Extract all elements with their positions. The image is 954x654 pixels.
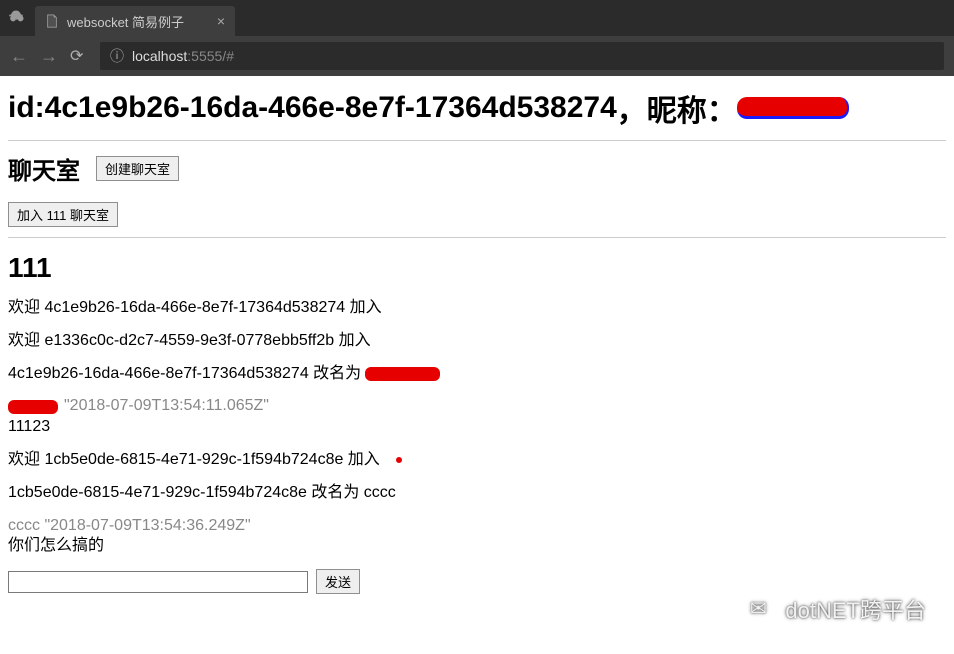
chatroom-heading: 聊天室: [8, 151, 80, 186]
compose-row: 发送: [8, 569, 946, 594]
separator: ，: [617, 86, 647, 130]
create-room-button[interactable]: 创建聊天室: [96, 156, 179, 181]
browser-tab[interactable]: websocket 简易例子 ×: [35, 6, 235, 36]
name-redacted: [8, 400, 58, 414]
divider: [8, 237, 946, 238]
url-port: :5555/#: [187, 48, 234, 64]
divider: [8, 140, 946, 141]
close-icon[interactable]: ×: [217, 14, 225, 28]
browser-chrome: websocket 简易例子 × ← → ⟳ ⓘ localhost:5555/…: [0, 0, 954, 76]
watermark: ✉ dotNET跨平台: [741, 592, 926, 626]
red-dot-indicator: [396, 457, 402, 463]
tab-title: websocket 简易例子: [67, 12, 184, 31]
chatroom-heading-row: 聊天室 创建聊天室: [8, 151, 946, 186]
watermark-text: dotNET跨平台: [785, 593, 926, 625]
incognito-icon: [6, 8, 26, 28]
address-bar[interactable]: ⓘ localhost:5555/#: [100, 42, 944, 70]
nickname-label: 昵称：: [647, 86, 737, 130]
page-header: id: 4c1e9b26-16da-466e-8e7f-17364d538274…: [8, 86, 946, 130]
wechat-icon: ✉: [741, 592, 775, 626]
forward-button: →: [40, 46, 58, 67]
reload-button[interactable]: ⟳: [70, 46, 88, 66]
chat-message-rename: 4c1e9b26-16da-466e-8e7f-17364d538274 改名为: [8, 364, 946, 385]
id-value: 4c1e9b26-16da-466e-8e7f-17364d538274: [45, 91, 617, 125]
url-host: localhost: [132, 48, 187, 64]
tab-bar: websocket 简易例子 ×: [0, 0, 954, 36]
chat-message-body: 11123: [8, 417, 946, 438]
page-icon: [45, 14, 59, 28]
chat-message: 欢迎 1cb5e0de-6815-4e71-929c-1f594b724c8e …: [8, 450, 946, 471]
id-prefix: id:: [8, 91, 45, 125]
chat-message: 欢迎 4c1e9b26-16da-466e-8e7f-17364d538274 …: [8, 298, 946, 319]
room-name-heading: 111: [8, 252, 946, 284]
back-button[interactable]: ←: [10, 46, 28, 67]
chat-message: 欢迎 e1336c0c-d2c7-4559-9e3f-0778ebb5ff2b …: [8, 331, 946, 352]
send-button[interactable]: 发送: [316, 569, 360, 594]
nickname-redacted: [737, 97, 849, 119]
chat-message-rename: 1cb5e0de-6815-4e71-929c-1f594b724c8e 改名为…: [8, 483, 946, 504]
join-room-row: 加入 111 聊天室: [8, 202, 946, 227]
site-info-icon[interactable]: ⓘ: [110, 46, 124, 66]
page-content: id: 4c1e9b26-16da-466e-8e7f-17364d538274…: [0, 76, 954, 600]
address-bar-row: ← → ⟳ ⓘ localhost:5555/#: [0, 36, 954, 76]
join-room-button[interactable]: 加入 111 聊天室: [8, 202, 118, 227]
message-input[interactable]: [8, 571, 308, 593]
chat-timestamp: "2018-07-09T13:54:11.065Z": [8, 396, 946, 417]
chat-message-body: 你们怎么搞的: [8, 536, 946, 557]
rename-redacted: [365, 367, 440, 381]
chat-timestamp: cccc "2018-07-09T13:54:36.249Z": [8, 516, 946, 537]
